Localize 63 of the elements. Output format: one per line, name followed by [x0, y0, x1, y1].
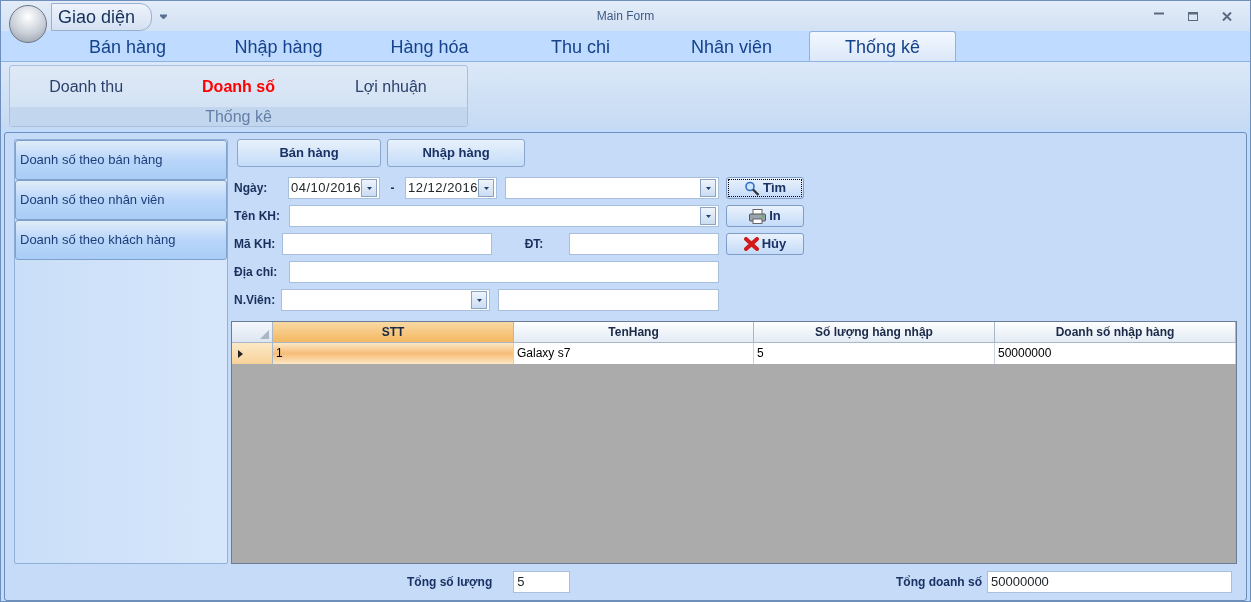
field-label: -: [389, 180, 396, 197]
printer-icon: [749, 208, 767, 224]
column-header[interactable]: Số lượng hàng nhập: [754, 322, 995, 343]
close-icon: [1222, 11, 1232, 21]
field-label: Tên KH:: [234, 208, 281, 225]
mode-button[interactable]: Nhập hàng: [387, 139, 525, 167]
search-button[interactable]: Tìm: [726, 177, 804, 199]
combo-box[interactable]: [505, 177, 719, 199]
ribbon-button[interactable]: Doanh thu: [10, 74, 163, 99]
corner-triangle-icon: [260, 330, 269, 339]
table-cell: Galaxy s7: [514, 343, 754, 364]
minimize-icon: [1154, 11, 1164, 15]
input-field[interactable]: [569, 233, 719, 255]
total-field[interactable]: 50000000: [987, 571, 1232, 593]
application-orb[interactable]: [9, 5, 47, 43]
date-picker[interactable]: 12/12/2016: [405, 177, 497, 199]
ribbon-tab[interactable]: Thu chi: [505, 31, 656, 61]
column-header[interactable]: Doanh số nhập hàng: [995, 322, 1236, 343]
dropdown-arrow-icon: [366, 186, 372, 190]
cancel-icon: [743, 237, 759, 251]
current-row-icon: [238, 349, 243, 358]
total-label: Tổng doanh số: [896, 574, 982, 591]
dropdown-arrow-icon: [483, 186, 489, 190]
date-picker[interactable]: 04/10/2016: [288, 177, 380, 199]
ribbon-tab[interactable]: Hàng hóa: [354, 31, 505, 61]
combo-box[interactable]: [289, 205, 719, 227]
cancel-button[interactable]: Hủy: [726, 233, 804, 255]
ribbon-tab[interactable]: Thống kê: [809, 31, 956, 61]
ribbon-tab[interactable]: Bán hàng: [52, 31, 203, 61]
maximize-icon: [1188, 11, 1198, 21]
ribbon-group-label: Thống kê: [10, 107, 467, 126]
ribbon-tab[interactable]: Nhân viên: [656, 31, 807, 61]
dropdown-arrow-icon: [705, 186, 711, 190]
ribbon-button[interactable]: Lợi nhuận: [314, 74, 467, 99]
combo-box[interactable]: [281, 289, 490, 311]
table-cell: 5: [754, 343, 995, 364]
row-header[interactable]: [232, 343, 273, 364]
table-cell: 50000000: [995, 343, 1236, 364]
sidebar-item[interactable]: Doanh số theo nhân viên: [15, 180, 227, 220]
dropdown-arrow-icon: [705, 214, 711, 218]
total-label: Tổng số lượng: [407, 574, 493, 591]
dropdown-arrow-icon: [160, 13, 167, 19]
sidebar-item[interactable]: Doanh số theo khách hàng: [15, 220, 227, 260]
column-header[interactable]: TenHang: [514, 322, 754, 343]
field-label: Mã KH:: [234, 236, 277, 253]
input-field[interactable]: [289, 261, 719, 283]
column-header[interactable]: STT: [273, 322, 514, 343]
quick-access-tab[interactable]: Giao diện: [51, 3, 152, 31]
input-field[interactable]: [498, 289, 719, 311]
print-button[interactable]: In: [726, 205, 804, 227]
window-title: Main Form: [596, 9, 655, 23]
input-field[interactable]: [282, 233, 492, 255]
field-label: ĐT:: [523, 236, 545, 253]
sidebar-item[interactable]: Doanh số theo bán hàng: [15, 140, 227, 180]
field-label: Địa chỉ:: [234, 264, 279, 281]
field-label: Ngày:: [234, 180, 269, 197]
total-field[interactable]: 5: [513, 571, 571, 593]
ribbon-tab[interactable]: Nhập hàng: [203, 31, 354, 61]
mode-button[interactable]: Bán hàng: [237, 139, 381, 167]
table-cell: 1: [273, 343, 514, 364]
field-label: N.Viên:: [234, 292, 277, 309]
search-icon: [743, 180, 760, 196]
dropdown-arrow-icon: [476, 298, 482, 302]
